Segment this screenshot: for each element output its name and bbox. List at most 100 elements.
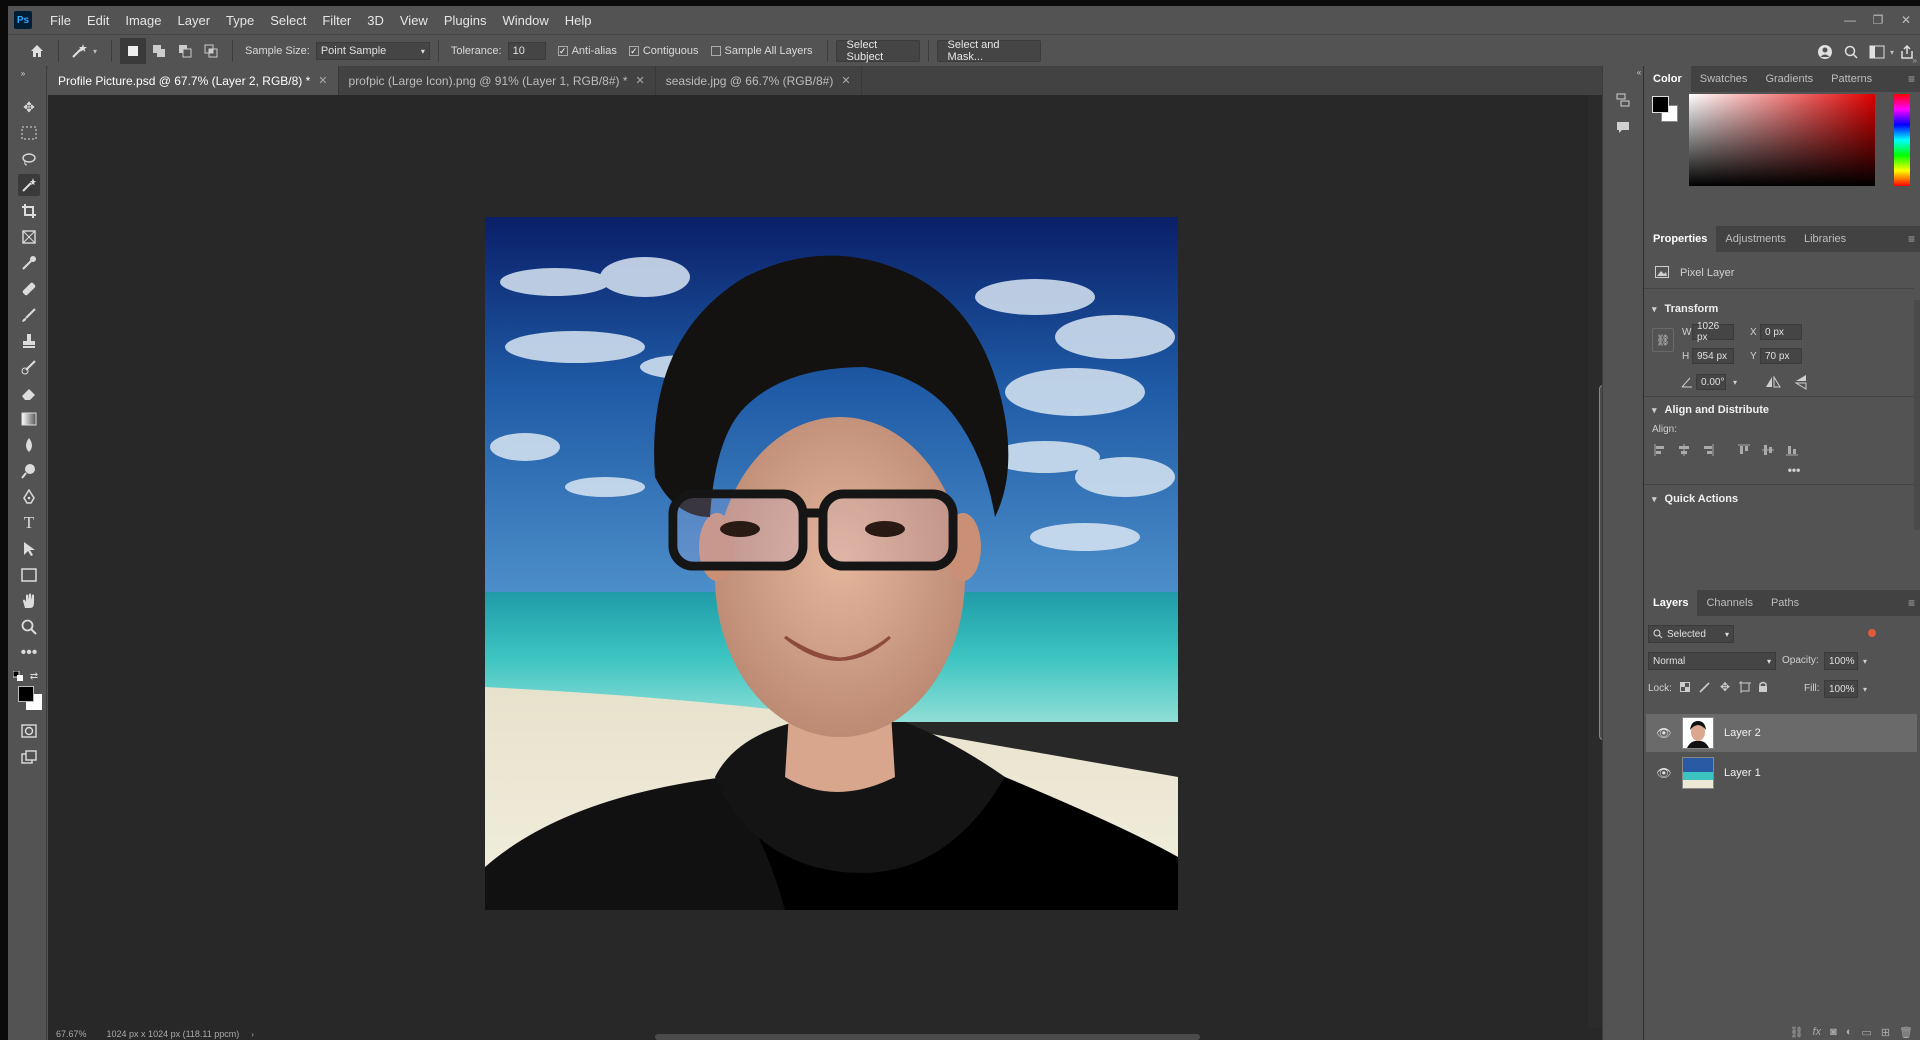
close-window-icon[interactable]: ✕ (1892, 6, 1920, 34)
hue-slider[interactable] (1894, 94, 1910, 186)
swap-colors-icon[interactable]: ⇄ (28, 670, 40, 682)
home-icon[interactable] (24, 38, 50, 64)
visibility-eye-icon[interactable]: 👁 (1654, 726, 1674, 740)
tab-patterns[interactable]: Patterns (1822, 66, 1881, 92)
height-input[interactable]: 954 px (1692, 348, 1734, 364)
default-colors-icon[interactable] (12, 670, 24, 682)
pen-tool-icon[interactable] (18, 486, 40, 508)
tab-adjustments[interactable]: Adjustments (1716, 226, 1795, 252)
tab-seaside[interactable]: seaside.jpg @ 66.7% (RGB/8#) ✕ (655, 66, 862, 95)
layer-filter-dropdown[interactable]: Selected ▾ (1648, 625, 1734, 643)
blur-tool-icon[interactable] (18, 434, 40, 456)
tolerance-input[interactable]: 10 (507, 42, 546, 60)
close-tab-icon[interactable]: ✕ (841, 74, 850, 87)
collapse-right-panels-icon[interactable]: » (1913, 56, 1917, 65)
marquee-tool-icon[interactable] (18, 122, 40, 144)
quick-mask-icon[interactable] (18, 720, 40, 742)
gradient-tool-icon[interactable] (18, 408, 40, 430)
opacity-chevron-icon[interactable]: ▾ (1860, 654, 1870, 668)
expand-panel-icon[interactable]: » (12, 68, 34, 78)
menu-3d[interactable]: 3D (359, 13, 392, 28)
tab-layers[interactable]: Layers (1644, 590, 1698, 616)
intersect-selection-icon[interactable] (198, 38, 224, 64)
align-top-edges-icon[interactable] (1736, 442, 1752, 458)
new-group-icon[interactable]: ▭ (1861, 1026, 1871, 1039)
document-image[interactable] (485, 217, 1178, 910)
magic-wand-preset-icon[interactable] (67, 38, 93, 64)
tab-color[interactable]: Color (1644, 66, 1691, 92)
color-panel-swatches[interactable] (1652, 96, 1678, 122)
menu-type[interactable]: Type (218, 13, 262, 28)
menu-help[interactable]: Help (557, 13, 600, 28)
add-to-selection-icon[interactable] (146, 38, 172, 64)
workspace-icon[interactable] (1864, 39, 1890, 65)
dodge-tool-icon[interactable] (18, 460, 40, 482)
menu-layer[interactable]: Layer (170, 13, 219, 28)
panel-menu-icon[interactable]: ≡ (1908, 232, 1915, 246)
clone-stamp-tool-icon[interactable] (18, 330, 40, 352)
align-right-edges-icon[interactable] (1700, 442, 1716, 458)
fill-input[interactable]: 100% (1824, 680, 1858, 698)
preset-chevron-icon[interactable]: ▾ (93, 47, 97, 56)
path-selection-tool-icon[interactable] (18, 538, 40, 560)
menu-filter[interactable]: Filter (314, 13, 359, 28)
menu-view[interactable]: View (392, 13, 436, 28)
tab-libraries[interactable]: Libraries (1795, 226, 1855, 252)
link-dimensions-icon[interactable]: ⛓ (1652, 328, 1674, 352)
color-picker-field[interactable] (1689, 94, 1875, 186)
fill-chevron-icon[interactable]: ▾ (1860, 682, 1870, 696)
history-brush-tool-icon[interactable] (18, 356, 40, 378)
quick-actions-section-header[interactable]: ▾ Quick Actions (1652, 493, 1738, 505)
anti-alias-checkbox[interactable]: ✓ Anti-alias (557, 45, 617, 57)
crop-tool-icon[interactable] (18, 200, 40, 222)
panel-foreground-swatch[interactable] (1652, 96, 1669, 113)
tab-channels[interactable]: Channels (1697, 590, 1761, 616)
rectangle-tool-icon[interactable] (18, 564, 40, 586)
flip-horizontal-icon[interactable] (1764, 374, 1782, 390)
menu-image[interactable]: Image (117, 13, 169, 28)
layer-style-fx-icon[interactable]: fx (1813, 1026, 1822, 1038)
width-input[interactable]: 1026 px (1692, 321, 1734, 343)
healing-brush-tool-icon[interactable] (18, 278, 40, 300)
close-tab-icon[interactable]: ✕ (636, 74, 645, 87)
move-tool-icon[interactable]: ✥ (18, 96, 40, 118)
angle-input[interactable]: 0.00° (1696, 374, 1726, 390)
link-layers-icon[interactable]: ⛓ (1790, 1026, 1804, 1039)
tab-paths[interactable]: Paths (1762, 590, 1808, 616)
brush-tool-icon[interactable] (18, 304, 40, 326)
visibility-eye-icon[interactable]: 👁 (1654, 766, 1674, 780)
align-section-header[interactable]: ▾ Align and Distribute (1652, 404, 1769, 416)
tab-properties[interactable]: Properties (1644, 226, 1717, 252)
zoom-level[interactable]: 67.67% (56, 1029, 87, 1039)
align-bottom-edges-icon[interactable] (1784, 442, 1800, 458)
contiguous-checkbox[interactable]: ✓ Contiguous (628, 45, 699, 57)
type-tool-icon[interactable]: T (18, 512, 40, 534)
adjustment-layer-icon[interactable]: ◐ (1846, 1026, 1853, 1038)
align-vertical-centers-icon[interactable] (1760, 442, 1776, 458)
blend-mode-dropdown[interactable]: Normal ▾ (1648, 652, 1776, 670)
tab-profile-picture[interactable]: Profile Picture.psd @ 67.7% (Layer 2, RG… (48, 66, 339, 95)
angle-chevron-icon[interactable]: ▾ (1730, 376, 1740, 388)
tab-profpic[interactable]: profpic (Large Icon).png @ 91% (Layer 1,… (338, 66, 656, 95)
layer-name[interactable]: Layer 2 (1724, 727, 1761, 739)
new-layer-icon[interactable]: ⊞ (1881, 1026, 1890, 1039)
restore-icon[interactable]: ❐ (1864, 6, 1892, 34)
menu-file[interactable]: File (42, 13, 79, 28)
panel-menu-icon[interactable]: ≡ (1908, 72, 1915, 86)
minimize-icon[interactable]: — (1836, 6, 1864, 34)
add-mask-icon[interactable]: ◙ (1830, 1026, 1837, 1038)
horizontal-scrollbar[interactable] (655, 1034, 1200, 1040)
lock-image-pixels-icon[interactable] (1698, 680, 1712, 694)
select-subject-button[interactable]: Select Subject (835, 39, 920, 63)
lock-artboard-icon[interactable] (1738, 680, 1752, 694)
x-input[interactable]: 0 px (1760, 324, 1802, 340)
foreground-color-swatch[interactable] (18, 686, 34, 702)
comments-panel-icon[interactable] (1613, 118, 1633, 138)
more-options-icon[interactable]: ••• (1784, 463, 1804, 477)
zoom-tool-icon[interactable] (18, 616, 40, 638)
filter-toggle-icon[interactable] (1868, 629, 1876, 637)
menu-plugins[interactable]: Plugins (436, 13, 495, 28)
align-horizontal-centers-icon[interactable] (1676, 442, 1692, 458)
properties-scrollbar[interactable] (1914, 300, 1920, 530)
color-swatches[interactable] (18, 686, 44, 712)
